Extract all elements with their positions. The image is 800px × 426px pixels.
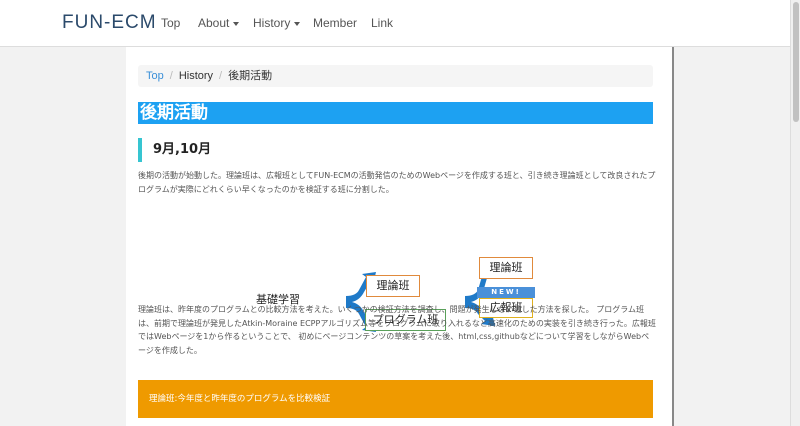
nav-about-label: About — [198, 16, 230, 30]
diagram-theory2-box: 理論班 — [479, 257, 533, 279]
breadcrumb-separator: / — [169, 70, 173, 82]
caret-down-icon — [294, 21, 301, 26]
breadcrumb-top-link[interactable]: Top — [146, 70, 164, 82]
intro-paragraph: 後期の活動が始動した。理論班は、広報班としてFUN-ECMの活動発信のためのWe… — [138, 171, 656, 194]
breadcrumb-current: 後期活動 — [228, 70, 273, 82]
vertical-scrollbar[interactable] — [790, 0, 800, 426]
breadcrumb: Top / History / 後期活動 — [138, 65, 653, 87]
nav-link[interactable]: Link — [371, 16, 393, 30]
caret-down-icon — [233, 21, 240, 26]
page-title: 後期活動 — [138, 102, 653, 124]
nav-link-label: Link — [371, 16, 394, 30]
main-content: Top / History / 後期活動 後期活動 9月,10月 後期の活動が始動した。… — [126, 47, 674, 426]
body-paragraph: 理論班は、昨年度のプログラムとの比較方法を考えた。いくつかの検証方法を調査し、問… — [138, 305, 656, 355]
nav-member-label: Member — [313, 16, 358, 30]
nav-history-label: History — [253, 16, 291, 30]
nav-top-label: Top — [161, 16, 181, 30]
scrollbar-thumb[interactable] — [793, 2, 799, 122]
navbar: FUN-ECM Top About History Member Link — [0, 0, 790, 47]
breadcrumb-separator: / — [219, 70, 223, 82]
diagram-theory-box: 理論班 — [366, 275, 420, 297]
nav-about-dropdown[interactable]: About — [198, 16, 240, 30]
nav-top[interactable]: Top — [161, 16, 180, 30]
theory-team-banner: 理論班:今年度と昨年度のプログラムを比較検証 — [138, 380, 653, 418]
breadcrumb-history: History — [178, 70, 214, 82]
section-heading: 9月,10月 — [138, 138, 211, 162]
brand-logo[interactable]: FUN-ECM — [62, 12, 157, 34]
nav-member[interactable]: Member — [313, 16, 357, 30]
new-badge: NEW! — [477, 287, 535, 298]
nav-history-dropdown[interactable]: History — [253, 16, 301, 30]
